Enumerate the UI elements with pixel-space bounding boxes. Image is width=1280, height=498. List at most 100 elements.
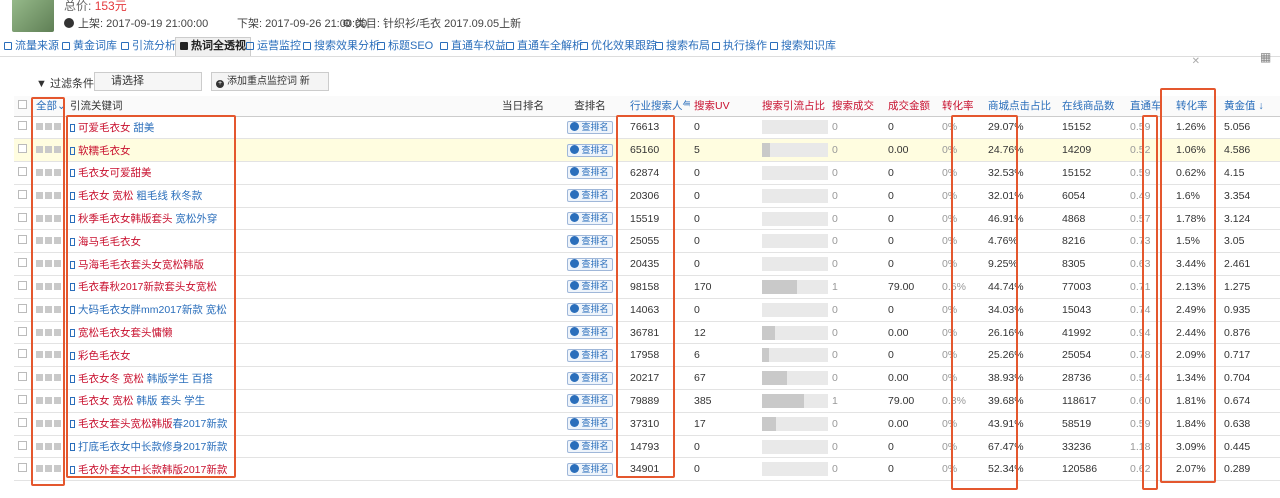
keyword-cell[interactable]: 毛衣女可爱甜美 bbox=[66, 161, 498, 185]
row-checkbox[interactable] bbox=[18, 166, 27, 176]
mall-ctr-cell: 43.91% bbox=[984, 412, 1058, 436]
row-checkbox[interactable] bbox=[18, 144, 27, 154]
keyword-cell[interactable]: 海马毛毛衣女 bbox=[66, 229, 498, 254]
keyword-cell[interactable]: 毛衣女 宽松 粗毛线 秋冬款 bbox=[66, 184, 498, 208]
select-all-checkbox[interactable] bbox=[18, 99, 27, 109]
keyword-cell[interactable]: 毛衣女套头宽松韩版春2017新款 bbox=[66, 412, 498, 436]
column-search-uv[interactable]: 搜索UV bbox=[690, 96, 758, 117]
column-all[interactable]: 全部⌄ bbox=[32, 96, 66, 117]
row-checkbox[interactable] bbox=[18, 349, 27, 359]
row-checkbox-cell[interactable] bbox=[14, 252, 32, 277]
row-checkbox[interactable] bbox=[18, 258, 27, 268]
row-checkbox[interactable] bbox=[18, 235, 27, 245]
tab-execute[interactable]: 执行操作 bbox=[712, 38, 767, 54]
keyword-blue: 宽松外穿 bbox=[175, 213, 218, 226]
column-online-items[interactable]: 在线商品数 bbox=[1058, 96, 1126, 117]
check-rank-button[interactable]: 查排名 bbox=[567, 394, 613, 408]
check-rank-button[interactable]: 查排名 bbox=[567, 440, 613, 454]
row-checkbox-cell[interactable] bbox=[14, 275, 32, 299]
column-deal-amount[interactable]: 成交金额 bbox=[884, 96, 938, 117]
keyword-cell[interactable]: 打底毛衣女中长款修身2017新款 bbox=[66, 435, 498, 459]
grid-icon[interactable]: ▦ bbox=[1260, 50, 1274, 64]
check-rank-button[interactable]: 查排名 bbox=[567, 212, 613, 226]
row-checkbox-cell[interactable] bbox=[14, 412, 32, 436]
tab-traffic-analysis[interactable]: 引流分析 bbox=[121, 38, 176, 54]
keyword-cell[interactable]: 马海毛毛衣套头女宽松韩版 bbox=[66, 252, 498, 277]
tab-search-layout[interactable]: 搜索布局 bbox=[655, 38, 710, 54]
keyword-cell[interactable]: 毛衣女 宽松 韩版 套头 学生 bbox=[66, 389, 498, 413]
check-rank-button[interactable]: 查排名 bbox=[567, 371, 613, 385]
column-traffic-share[interactable]: 搜索引流占比 bbox=[758, 96, 828, 117]
row-checkbox[interactable] bbox=[18, 280, 27, 290]
add-monitor-keyword-button[interactable]: + 添加重点监控词 新 bbox=[211, 72, 329, 91]
row-checkbox[interactable] bbox=[18, 463, 27, 473]
filter-select[interactable]: 请选择 bbox=[94, 72, 202, 91]
keyword-cell[interactable]: 可爱毛衣女 甜美 bbox=[66, 116, 498, 140]
check-rank-button[interactable]: 查排名 bbox=[567, 348, 613, 362]
row-checkbox-cell[interactable] bbox=[14, 457, 32, 482]
tab-ztc-analysis[interactable]: 直通车全解析 bbox=[506, 38, 583, 54]
gold-value-cell: 0.704 bbox=[1220, 366, 1276, 391]
row-checkbox-cell[interactable] bbox=[14, 116, 32, 140]
row-checkbox-cell[interactable] bbox=[14, 366, 32, 391]
row-checkbox-cell[interactable] bbox=[14, 138, 32, 163]
row-checkbox-cell[interactable] bbox=[14, 298, 32, 322]
keyword-cell[interactable]: 彩色毛衣女 bbox=[66, 343, 498, 368]
keyword-cell[interactable]: 宽松毛衣女套头慵懒 bbox=[66, 321, 498, 345]
row-checkbox-cell[interactable] bbox=[14, 229, 32, 254]
row-checkbox[interactable] bbox=[18, 303, 27, 313]
column-conv-rate[interactable]: 转化率 bbox=[1172, 96, 1220, 117]
column-ztc[interactable]: 直通车 bbox=[1126, 96, 1172, 117]
row-checkbox[interactable] bbox=[18, 440, 27, 450]
tab-search-effect[interactable]: 搜索效果分析 bbox=[303, 38, 380, 54]
check-rank-button[interactable]: 查排名 bbox=[567, 280, 613, 294]
row-checkbox[interactable] bbox=[18, 326, 27, 336]
check-rank-button[interactable]: 查排名 bbox=[567, 462, 613, 476]
tab-traffic-source[interactable]: 流量来源 bbox=[4, 38, 59, 54]
column-conversion[interactable]: 转化率 bbox=[938, 96, 984, 117]
check-rank-button[interactable]: 查排名 bbox=[567, 166, 613, 180]
tab-search-knowledge[interactable]: 搜索知识库 bbox=[770, 38, 836, 54]
keyword-cell[interactable]: 秋季毛衣女韩版套头 宽松外穿 bbox=[66, 207, 498, 231]
keyword-cell[interactable]: 软糯毛衣女 bbox=[66, 138, 498, 163]
row-checkbox-cell[interactable] bbox=[14, 389, 32, 413]
check-rank-button[interactable]: 查排名 bbox=[567, 303, 613, 317]
column-gold-value[interactable]: 黄金值 ↓ bbox=[1220, 96, 1276, 117]
check-rank-button[interactable]: 查排名 bbox=[567, 234, 613, 248]
column-search-deals[interactable]: 搜索成交 bbox=[828, 96, 884, 117]
keyword-cell[interactable]: 毛衣外套女中长款韩版2017新款 bbox=[66, 457, 498, 482]
row-checkbox-cell[interactable] bbox=[14, 161, 32, 185]
column-industry-popularity[interactable]: 行业搜索人气 bbox=[626, 96, 690, 117]
product-thumbnail[interactable] bbox=[12, 0, 54, 32]
row-checkbox-cell[interactable] bbox=[14, 435, 32, 459]
tab-ops-monitor[interactable]: 运营监控 bbox=[246, 38, 301, 54]
keyword-cell[interactable]: 毛衣春秋2017新款套头女宽松 bbox=[66, 275, 498, 299]
keyword-cell[interactable]: 大码毛衣女胖mm2017新款 宽松 bbox=[66, 298, 498, 322]
sort-desc-icon[interactable]: ↓ bbox=[1258, 100, 1263, 112]
row-checkbox[interactable] bbox=[18, 121, 27, 131]
select-all-checkbox-cell[interactable] bbox=[14, 96, 32, 117]
tab-title-seo[interactable]: 标题SEO bbox=[377, 38, 433, 54]
tab-optimize-track[interactable]: 优化效果跟踪 bbox=[580, 38, 657, 54]
keyword-cell[interactable]: 毛衣女冬 宽松 韩版学生 百搭 bbox=[66, 366, 498, 391]
row-checkbox[interactable] bbox=[18, 417, 27, 427]
row-checkbox-cell[interactable] bbox=[14, 207, 32, 231]
check-rank-button[interactable]: 查排名 bbox=[567, 326, 613, 340]
row-checkbox-cell[interactable] bbox=[14, 184, 32, 208]
tab-hot-words[interactable]: 热词全透视 bbox=[175, 37, 251, 56]
check-rank-button[interactable]: 查排名 bbox=[567, 120, 613, 134]
row-checkbox[interactable] bbox=[18, 394, 27, 404]
row-checkbox-cell[interactable] bbox=[14, 343, 32, 368]
tab-ztc-rights[interactable]: 直通车权益 bbox=[440, 38, 506, 54]
row-checkbox[interactable] bbox=[18, 212, 27, 222]
row-checkbox[interactable] bbox=[18, 372, 27, 382]
tab-gold-keywords[interactable]: 黄金词库 bbox=[62, 38, 117, 54]
check-rank-button[interactable]: 查排名 bbox=[567, 143, 613, 157]
check-rank-button[interactable]: 查排名 bbox=[567, 417, 613, 431]
check-rank-button[interactable]: 查排名 bbox=[567, 189, 613, 203]
row-checkbox[interactable] bbox=[18, 189, 27, 199]
column-mall-ctr[interactable]: 商城点击占比 bbox=[984, 96, 1058, 117]
check-rank-button[interactable]: 查排名 bbox=[567, 257, 613, 271]
close-icon[interactable]: ✕ bbox=[1192, 56, 1200, 67]
row-checkbox-cell[interactable] bbox=[14, 321, 32, 345]
